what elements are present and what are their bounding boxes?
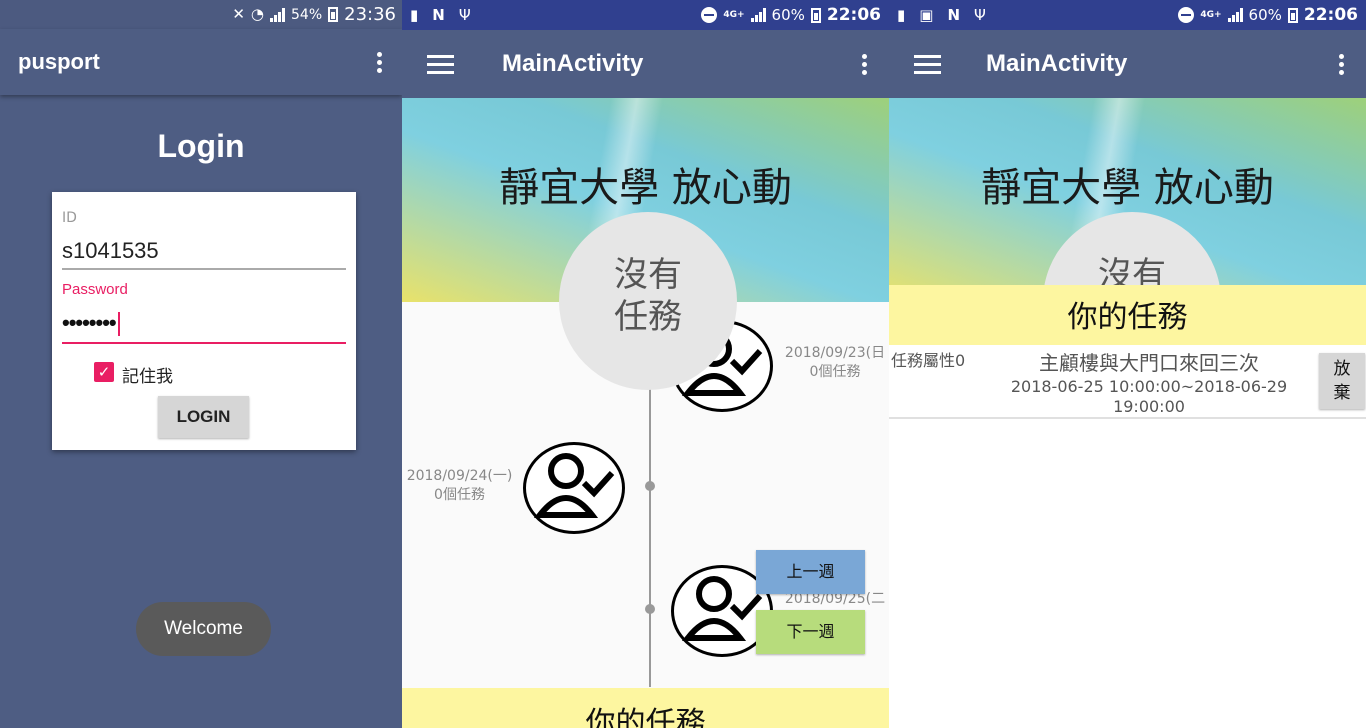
- login-button[interactable]: LOGIN: [158, 396, 249, 438]
- remember-checkbox[interactable]: ✓: [94, 362, 114, 382]
- sim-icon: ▮: [410, 5, 419, 24]
- toolbar: pusport: [0, 29, 402, 95]
- battery-percent: 60%: [771, 6, 805, 24]
- password-label: Password: [62, 281, 128, 298]
- timeline-dot: [645, 481, 655, 491]
- prev-week-button[interactable]: 上一週: [756, 550, 865, 594]
- battery-icon: [810, 7, 821, 23]
- next-week-button[interactable]: 下一週: [756, 610, 865, 654]
- app-title: MainActivity: [986, 50, 1128, 77]
- overflow-menu-icon[interactable]: [862, 54, 868, 78]
- user-check-icon[interactable]: [523, 442, 625, 534]
- id-underline: [62, 268, 346, 270]
- menu-icon[interactable]: [427, 55, 454, 79]
- battery-percent: 60%: [1248, 6, 1282, 24]
- id-field[interactable]: s1041535: [62, 238, 159, 264]
- task-count: 0個任務: [809, 364, 861, 380]
- signal-icon: [270, 7, 285, 22]
- do-not-disturb-icon: [1178, 7, 1195, 23]
- no-task-bubble: 沒有 任務: [559, 212, 737, 390]
- task-name: 主顧樓與大門口來回三次: [1039, 351, 1259, 375]
- text-cursor: [117, 312, 120, 337]
- battery-icon: [328, 7, 339, 22]
- clock: 22:06: [1303, 5, 1358, 25]
- remember-label[interactable]: 記住我: [122, 362, 173, 387]
- login-card: ID s1041535 Password •••••••• ✓ 記住我 LOGI…: [52, 192, 356, 450]
- header-title: 靜宜大學 放心動: [981, 165, 1274, 211]
- wifi-icon: ◔: [250, 5, 264, 23]
- overflow-menu-icon[interactable]: [377, 52, 383, 76]
- app-bar: MainActivity: [402, 30, 889, 98]
- no-task-line1: 沒有: [1098, 255, 1166, 295]
- status-bar: ✕ ◔ 54% 23:36: [0, 0, 402, 29]
- image-icon: ▣: [919, 5, 934, 24]
- password-underline: [62, 342, 346, 344]
- n-icon: N: [947, 5, 961, 24]
- task-attribute: 任務屬性0: [891, 351, 966, 370]
- timeline-dot: [645, 604, 655, 614]
- no-task-line2: 任務: [614, 297, 682, 337]
- welcome-toast: Welcome: [136, 602, 271, 656]
- your-tasks-heading: 你的任務: [402, 688, 889, 728]
- clock: 22:06: [826, 5, 881, 25]
- battery-icon: [1287, 7, 1298, 23]
- status-bar: ▮ N Ψ 4G+ 60% 22:06: [402, 0, 889, 30]
- date-label: 2018/09/23(日: [784, 345, 886, 361]
- header-title: 靜宜大學 放心動: [499, 165, 792, 211]
- signal-icon: [750, 8, 766, 22]
- network-type: 4G+: [1200, 10, 1222, 20]
- timeline-screen: ▮ N Ψ 4G+ 60% 22:06 MainActivity 靜宜大學 放心…: [402, 0, 889, 728]
- signal-icon: [1227, 8, 1243, 22]
- n-icon: N: [432, 5, 445, 24]
- give-up-button[interactable]: 放 棄: [1319, 353, 1365, 409]
- task-row[interactable]: 任務屬性0 主顧樓與大門口來回三次 2018-06-25 10:00:00~20…: [889, 345, 1366, 419]
- password-field[interactable]: ••••••••: [62, 310, 120, 337]
- give-up-line2: 棄: [1333, 383, 1351, 403]
- status-bar: ▮ ▣ N Ψ 4G+ 60% 22:06: [889, 0, 1366, 30]
- clock: 23:36: [344, 4, 396, 25]
- id-label: ID: [62, 210, 77, 226]
- app-bar: MainActivity: [889, 30, 1366, 98]
- timeline-date: 2018/09/24(一) 0個任務: [402, 467, 517, 505]
- menu-icon[interactable]: [914, 55, 941, 79]
- give-up-line1: 放: [1333, 359, 1351, 379]
- task-time-range: 2018-06-25 10:00:00~2018-06-29 19:00:00: [1010, 377, 1288, 416]
- overflow-menu-icon[interactable]: [1339, 54, 1345, 78]
- do-not-disturb-icon: [701, 7, 718, 23]
- network-type: 4G+: [723, 10, 745, 20]
- timeline-date: 2018/09/23(日 0個任務: [780, 344, 889, 382]
- sim-icon: ▮: [897, 5, 906, 24]
- usb-icon: Ψ: [458, 5, 471, 24]
- your-tasks-heading: 你的任務: [889, 285, 1366, 345]
- mute-icon: ✕: [232, 5, 245, 23]
- password-value: ••••••••: [62, 310, 117, 335]
- usb-icon: Ψ: [974, 5, 986, 24]
- date-label: 2018/09/24(一): [406, 468, 513, 484]
- login-heading: Login: [157, 128, 245, 164]
- no-task-line1: 沒有: [614, 255, 682, 295]
- tasks-screen: ▮ ▣ N Ψ 4G+ 60% 22:06 MainActivity 靜宜大學 …: [889, 0, 1366, 728]
- app-title: MainActivity: [502, 50, 644, 77]
- login-screen: ✕ ◔ 54% 23:36 pusport Login ID s1041535 …: [0, 0, 402, 728]
- app-title: pusport: [18, 49, 100, 74]
- battery-percent: 54%: [291, 6, 323, 23]
- task-count: 0個任務: [434, 487, 485, 503]
